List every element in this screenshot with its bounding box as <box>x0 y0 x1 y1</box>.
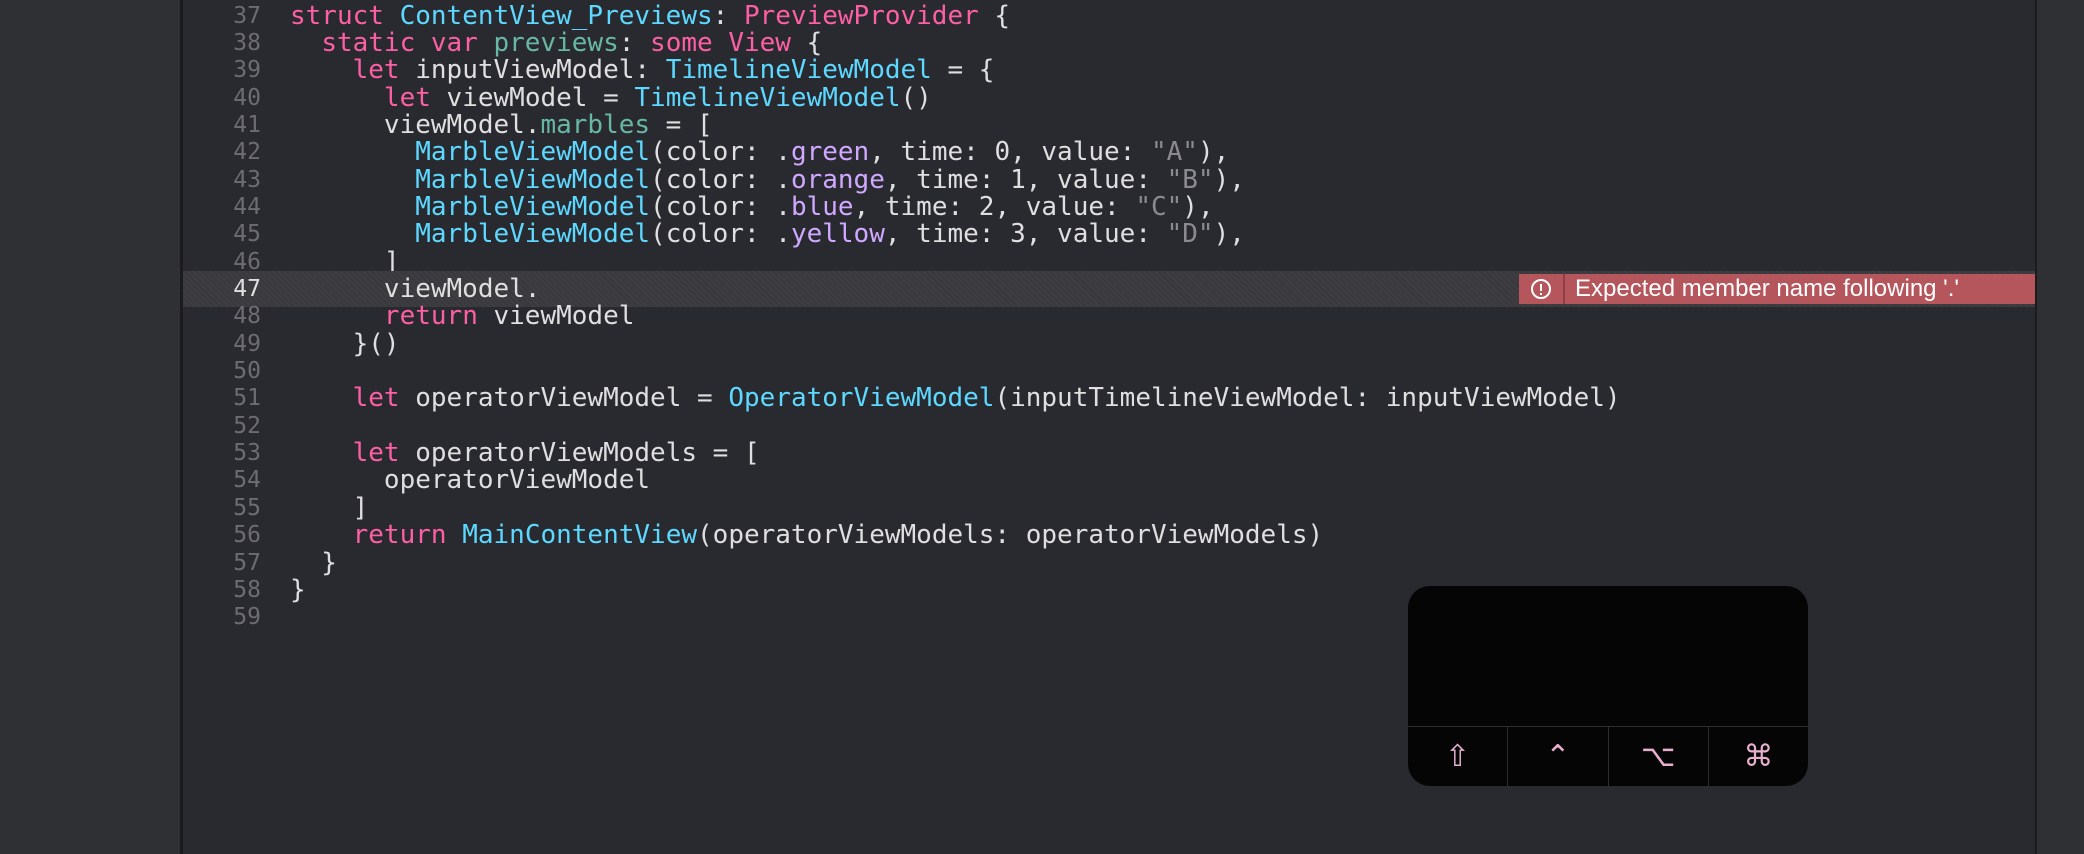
navigator-pane <box>0 0 180 854</box>
option-key-icon: ⌥ <box>1640 739 1676 774</box>
modifier-keys-overlay: ⇧ ⌃ ⌥ ⌘ <box>1408 586 1808 786</box>
option-key: ⌥ <box>1607 727 1708 786</box>
inspector-pane <box>2037 0 2084 854</box>
line-number: 59 <box>233 604 261 630</box>
shift-key: ⇧ <box>1408 727 1507 786</box>
control-key: ⌃ <box>1507 727 1607 786</box>
command-key: ⌘ <box>1707 727 1808 786</box>
keypad-display <box>1408 586 1808 726</box>
modifier-key-row: ⇧ ⌃ ⌥ ⌘ <box>1408 727 1808 786</box>
control-key-icon: ⌃ <box>1545 739 1571 774</box>
shift-key-icon: ⇧ <box>1445 739 1471 774</box>
command-key-icon: ⌘ <box>1743 739 1774 774</box>
exclamation-circle-icon <box>1531 279 1551 299</box>
